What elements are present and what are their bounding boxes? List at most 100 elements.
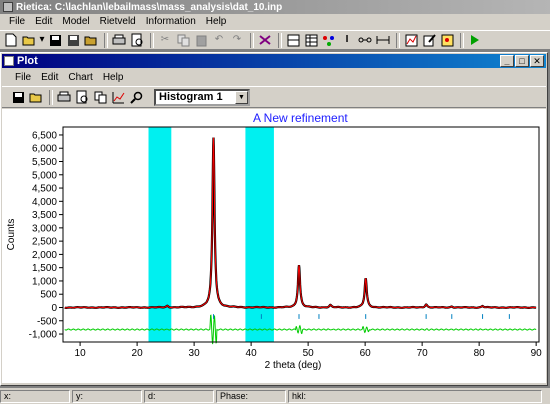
histogram-select-value: Histogram 1 [159, 90, 223, 103]
y-tick-label: 5,500 [32, 157, 57, 168]
x-tick-label: 70 [417, 348, 429, 359]
plot-menu-edit[interactable]: Edit [36, 71, 63, 85]
x-tick-label: 20 [132, 348, 144, 359]
model-icon[interactable] [285, 32, 301, 48]
toolbar-separator [104, 32, 108, 48]
app-menu-bar: File Edit Model Rietveld Information Hel… [0, 14, 550, 30]
scale-icon[interactable] [375, 32, 391, 48]
menu-model[interactable]: Model [57, 15, 94, 29]
print-icon[interactable] [111, 32, 127, 48]
x-tick-label: 50 [303, 348, 315, 359]
menu-edit[interactable]: Edit [30, 15, 57, 29]
toolbar-separator [150, 32, 154, 48]
diffraction-chart[interactable]: A New refinement -1,000 -500 0 500 1,000 1,500… [2, 109, 546, 383]
app-title-bar: Rietica: C:\lachlan\lebailmass\mass_anal… [0, 0, 550, 14]
calculated-series [64, 137, 537, 309]
toolbar-separator [49, 89, 53, 105]
app-icon [3, 2, 13, 12]
cut-icon[interactable]: ✂ [157, 32, 173, 48]
app-toolbar: ▾ ✂ ↶ ↷ I [0, 30, 550, 50]
x-tick-label: 80 [474, 348, 486, 359]
close-button[interactable]: ✕ [530, 55, 544, 67]
bond-icon[interactable]: I [339, 32, 355, 48]
copy-icon[interactable] [92, 89, 108, 105]
plot-menu-file[interactable]: File [10, 71, 36, 85]
status-y: y: [72, 390, 142, 403]
difference-series [64, 314, 537, 345]
find-icon[interactable] [257, 32, 273, 48]
plot-menu-bar: File Edit Chart Help [2, 70, 546, 85]
plot-menu-help[interactable]: Help [98, 71, 129, 85]
edit-icon[interactable] [421, 32, 437, 48]
print-preview-icon[interactable] [74, 89, 90, 105]
y-tick-label: 1,500 [32, 263, 57, 274]
open-file-icon[interactable] [83, 32, 99, 48]
zoom-icon[interactable] [128, 89, 144, 105]
plot-window-icon [4, 56, 14, 66]
print-preview-icon[interactable] [129, 32, 145, 48]
chevron-down-icon[interactable]: ▼ [235, 90, 248, 104]
y-tick-label: -1,000 [29, 330, 58, 341]
refine-icon[interactable] [439, 32, 455, 48]
plot-menu-chart[interactable]: Chart [63, 71, 97, 85]
y-tick-label: 4,000 [32, 197, 57, 208]
save-icon[interactable] [47, 32, 63, 48]
chart-settings-icon[interactable] [110, 89, 126, 105]
y-tick-label: 2,000 [32, 250, 57, 261]
y-tick-label: 5,000 [32, 170, 57, 181]
y-tick-label: 1,000 [32, 276, 57, 287]
plot-frame [62, 126, 540, 343]
status-bar: x: y: d: Phase: hkl: [0, 390, 550, 404]
menu-help[interactable]: Help [201, 15, 232, 29]
redo-icon[interactable]: ↷ [229, 32, 245, 48]
y-tick-label: 3,500 [32, 210, 57, 221]
menu-rietveld[interactable]: Rietveld [95, 15, 141, 29]
open-folder-icon[interactable] [21, 32, 37, 48]
toolbar-separator [278, 32, 282, 48]
minimize-button[interactable]: _ [500, 55, 514, 67]
y-tick-label: 6,000 [32, 144, 57, 155]
save-icon[interactable] [10, 89, 26, 105]
y-tick-label: 3,000 [32, 223, 57, 234]
y-tick-label: 4,500 [32, 184, 57, 195]
toolbar-separator [460, 32, 464, 48]
run-icon[interactable] [467, 32, 483, 48]
undo-icon[interactable]: ↶ [211, 32, 227, 48]
excluded-region-1 [148, 127, 172, 342]
x-tick-label: 60 [360, 348, 372, 359]
paste-icon[interactable] [193, 32, 209, 48]
atoms-icon[interactable] [321, 32, 337, 48]
y-tick-label: 2,500 [32, 237, 57, 248]
x-tick-label: 90 [531, 348, 543, 359]
new-file-icon[interactable] [3, 32, 19, 48]
print-icon[interactable] [56, 89, 72, 105]
status-d: d: [144, 390, 214, 403]
y-tick-label: 6,500 [32, 130, 57, 141]
chart-title: A New refinement [253, 111, 348, 125]
plot-toolbar: Histogram 1 ▼ [2, 86, 546, 108]
plot-window-title-bar[interactable]: Plot _ □ ✕ [2, 54, 546, 68]
dropdown-arrow-icon[interactable]: ▾ [39, 32, 45, 48]
plot-window: Plot _ □ ✕ File Edit Chart Help Histogra… [0, 52, 548, 386]
excluded-region-2 [245, 127, 274, 342]
table-icon[interactable] [303, 32, 319, 48]
link-icon[interactable] [357, 32, 373, 48]
plot-area[interactable]: A New refinement -1,000 -500 0 500 1,000 1,500… [2, 109, 546, 383]
save-as-icon[interactable] [65, 32, 81, 48]
status-phase: Phase: [216, 390, 286, 403]
copy-icon[interactable] [175, 32, 191, 48]
maximize-button[interactable]: □ [515, 55, 529, 67]
open-folder-icon[interactable] [28, 89, 44, 105]
menu-file[interactable]: File [4, 15, 30, 29]
x-tick-label: 40 [246, 348, 258, 359]
x-tick-label: 10 [75, 348, 87, 359]
y-axis-label: Counts [6, 219, 17, 251]
app-title: Rietica: C:\lachlan\lebailmass\mass_anal… [16, 1, 283, 13]
menu-information[interactable]: Information [141, 15, 201, 29]
y-tick-label: 0 [51, 303, 57, 314]
chart-icon[interactable] [403, 32, 419, 48]
histogram-select[interactable]: Histogram 1 ▼ [154, 88, 250, 106]
window-controls: _ □ ✕ [499, 55, 544, 67]
x-tick-label: 30 [189, 348, 201, 359]
status-x: x: [0, 390, 70, 403]
